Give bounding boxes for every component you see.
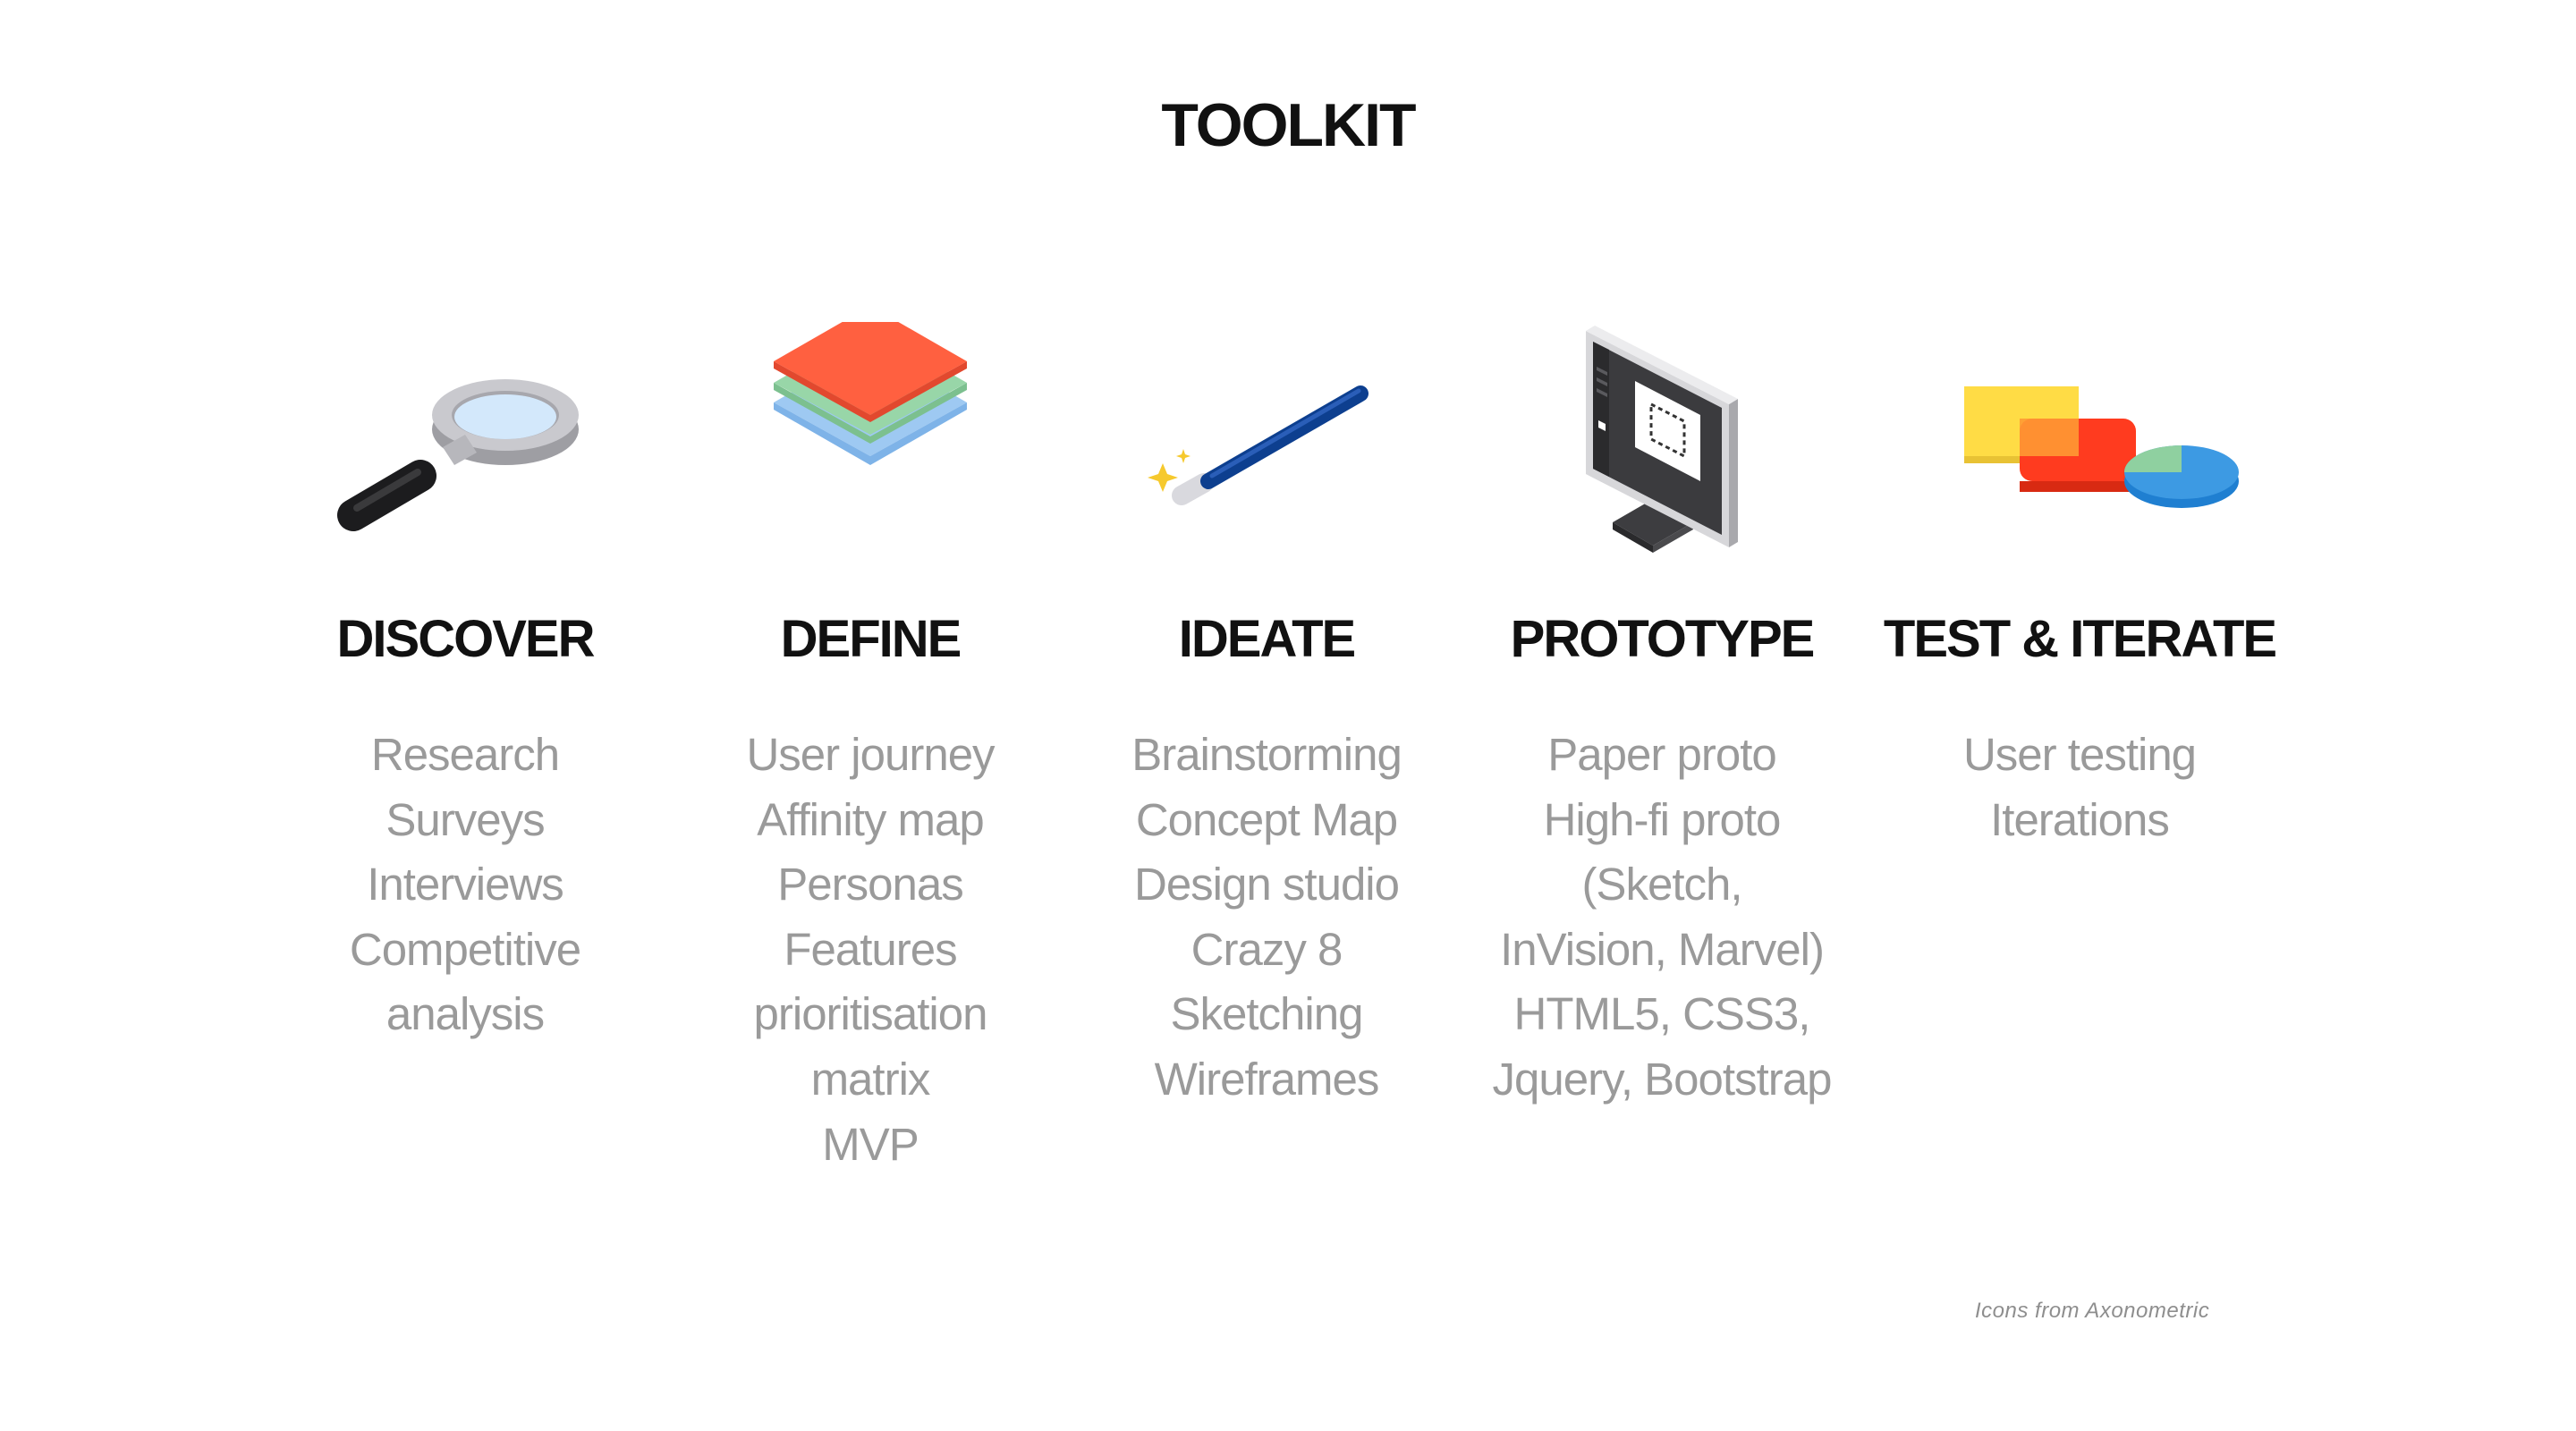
monitor-icon [1461,322,1863,572]
list-item: matrix [810,1053,931,1105]
magic-wand-icon [1065,322,1468,572]
list-item: Interviews [367,859,564,910]
list-item: Personas [777,859,963,910]
prototype-heading: PROTOTYPE [1510,610,1816,668]
list-item: Jquery, Bootstrap [1492,1053,1833,1105]
list-item: User testing [1962,729,2197,780]
column-define: DEFINE User journey Affinity map Persona… [669,322,1072,1170]
discover-heading: DISCOVER [336,610,596,668]
list-item: Concept Map [1135,793,1398,845]
list-item: InVision, Marvel) [1500,923,1825,975]
list-item: Features [784,923,957,975]
magnifying-glass-icon [264,322,666,572]
list-item: User journey [746,729,995,780]
layers-icon [669,322,1072,572]
list-item: Competitive [349,923,581,975]
column-ideate: IDEATE Brainstorming Concept Map Design … [1065,322,1468,1105]
list-item: Paper proto [1547,729,1777,780]
list-item: analysis [386,988,545,1040]
list-item: HTML5, CSS3, [1513,988,1811,1040]
list-item: High-fi proto [1543,793,1782,845]
page-title: TOOLKIT [1161,91,1416,159]
list-item: (Sketch, [1581,859,1742,910]
icon-credit: Icons from Axonometric [1975,1299,2210,1323]
list-item: Brainstorming [1131,729,1402,780]
list-item: Design studio [1133,859,1400,910]
discover-list: Research Surveys Interviews Competitive … [264,723,666,1047]
list-item: Sketching [1170,988,1364,1040]
list-item: Surveys [386,793,545,845]
test-iterate-heading: TEST & ITERATE [1883,610,2277,668]
test-iterate-list: User testing Iterations [1878,723,2281,852]
list-item: Iterations [1990,793,2170,845]
list-item: prioritisation [753,988,988,1040]
shapes-icon [1878,322,2281,572]
list-item: Crazy 8 [1191,923,1343,975]
prototype-list: Paper proto High-fi proto (Sketch, InVis… [1461,723,1863,1113]
list-item: MVP [822,1118,919,1170]
define-list: User journey Affinity map Personas Featu… [669,723,1072,1177]
ideate-list: Brainstorming Concept Map Design studio … [1065,723,1468,1113]
list-item: Wireframes [1154,1053,1380,1105]
column-prototype: PROTOTYPE Paper proto High-fi proto (Ske… [1461,322,1863,1105]
list-item: Research [370,729,560,780]
ideate-heading: IDEATE [1178,610,1356,668]
column-test-iterate: TEST & ITERATE User testing Iterations [1878,322,2281,845]
column-discover: DISCOVER Research Surveys Interviews Com… [264,322,666,1039]
list-item: Affinity map [757,793,985,845]
define-heading: DEFINE [780,610,962,668]
